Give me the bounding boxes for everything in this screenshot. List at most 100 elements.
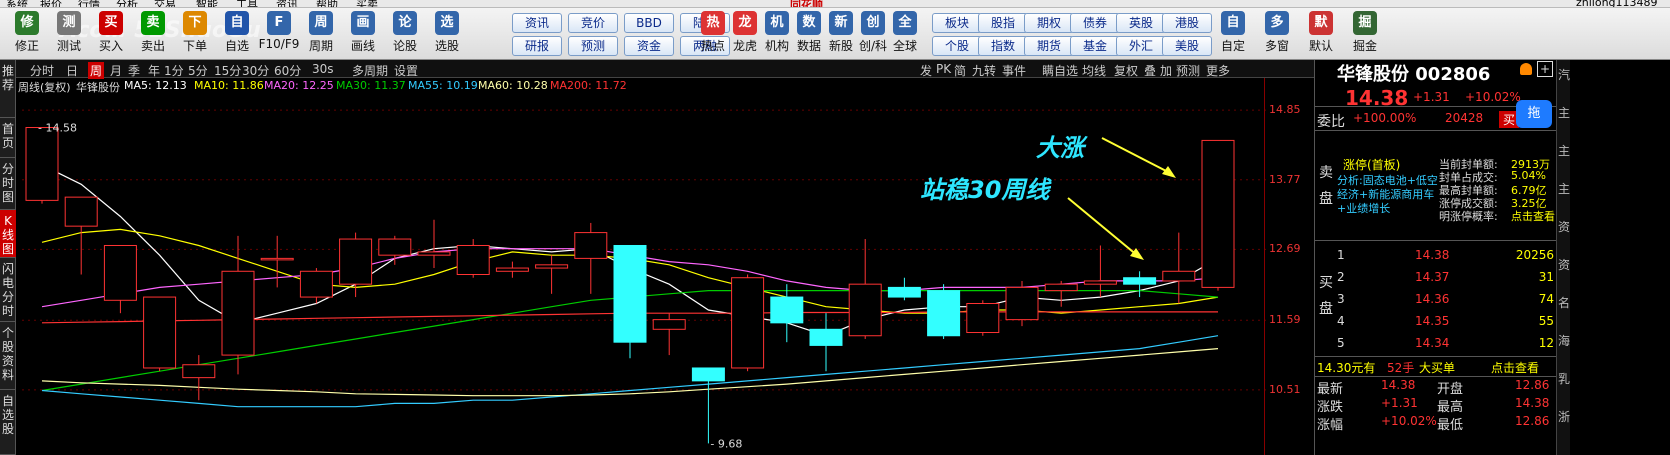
recycle-icon: 测: [57, 11, 81, 35]
bell-icon[interactable]: [1520, 63, 1532, 75]
pill-预测[interactable]: 预测: [568, 36, 618, 56]
menu-4[interactable]: 交易: [154, 0, 176, 7]
custom-button[interactable]: 自自定: [1208, 11, 1258, 59]
pill-外汇[interactable]: 外汇: [1116, 36, 1166, 56]
bid-level: 3: [1337, 292, 1345, 306]
bid-level: 5: [1337, 336, 1345, 350]
candle-body: [182, 364, 216, 379]
tool-4[interactable]: 事件: [1002, 62, 1026, 79]
weicha-value: 20428: [1445, 111, 1484, 125]
menu-6[interactable]: 工具: [236, 0, 258, 7]
tool-9[interactable]: 加: [1160, 62, 1172, 79]
pill-资讯[interactable]: 资讯: [512, 13, 562, 33]
candle-body: [927, 290, 961, 337]
bid-level: 2: [1337, 270, 1345, 284]
period-tab-1[interactable]: 日: [66, 62, 78, 79]
far-right-char: 主: [1558, 144, 1571, 158]
left-tab-6[interactable]: 自选股: [0, 390, 16, 455]
period-tab-0[interactable]: 分时: [30, 62, 54, 79]
menu-9[interactable]: 买卖: [356, 0, 378, 7]
period-tab-10[interactable]: 60分: [274, 62, 301, 79]
tool-3[interactable]: 九转: [972, 62, 996, 79]
stat-key2: 最高: [1437, 400, 1464, 415]
bid-price: 14.34: [1415, 336, 1450, 350]
tool-2[interactable]: 简: [954, 62, 966, 79]
period-tab-5[interactable]: 年: [148, 62, 160, 79]
far-right-char: 主: [1558, 106, 1571, 120]
menu-8[interactable]: 帮助: [316, 0, 338, 7]
globe-button[interactable]: 全全球: [880, 11, 930, 59]
period-tab-9[interactable]: 30分: [242, 62, 269, 79]
period-tab-11[interactable]: 30s: [312, 62, 334, 76]
left-tab-1[interactable]: 首页: [0, 118, 16, 158]
ma-legend-item: MA30: 11.37: [336, 79, 406, 92]
period-tab-3[interactable]: 月: [110, 62, 122, 79]
candle-body: [143, 296, 177, 369]
pill-期货[interactable]: 期货: [1024, 36, 1074, 56]
left-tab-2[interactable]: 分时图: [0, 158, 16, 210]
pill-板块[interactable]: 板块: [932, 13, 982, 33]
candle-body: [299, 270, 333, 298]
period-tab-8[interactable]: 15分: [214, 62, 241, 79]
tool-1[interactable]: PK: [936, 62, 951, 76]
pill-BBD[interactable]: BBD: [624, 13, 674, 33]
period-tab-2[interactable]: 周: [88, 62, 105, 79]
tool-5[interactable]: 瞒自选: [1042, 62, 1078, 79]
left-tab-4[interactable]: 闪电分时: [0, 258, 16, 322]
tool-10[interactable]: 预测: [1176, 62, 1200, 79]
left-tab-5[interactable]: 个股资料: [0, 322, 16, 390]
gold-button[interactable]: 掘掘金: [1340, 11, 1390, 59]
period-tab-4[interactable]: 季: [128, 62, 140, 79]
period-bar: 分时日周月季年 1分 5分 15分 30分 60分 30s 多周期 设置 发 PK 简九转 事件 瞒自选均…: [16, 60, 1314, 79]
menu-user[interactable]: zhilong113489: [1576, 0, 1658, 7]
pill-期权[interactable]: 期权: [1024, 13, 1074, 33]
menu-2[interactable]: 行情: [78, 0, 100, 7]
button-label: 选股: [434, 39, 459, 53]
period-tab-12[interactable]: 多周期: [352, 62, 388, 79]
pill-港股[interactable]: 港股: [1162, 13, 1212, 33]
pill-资金[interactable]: 资金: [624, 36, 674, 56]
left-tab-3[interactable]: K线图: [0, 210, 16, 258]
pill-美股[interactable]: 美股: [1162, 36, 1212, 56]
pill-债券[interactable]: 债券: [1070, 13, 1120, 33]
pill-个股[interactable]: 个股: [932, 36, 982, 56]
period-tab-13[interactable]: 设置: [394, 62, 418, 79]
pill-英股[interactable]: 英股: [1116, 13, 1166, 33]
tool-0[interactable]: 发: [920, 62, 932, 79]
tool-7[interactable]: 复权: [1114, 62, 1138, 79]
tool-6[interactable]: 均线: [1082, 62, 1106, 79]
pill-指数[interactable]: 指数: [978, 36, 1028, 56]
big-order-link[interactable]: 点击查看: [1491, 359, 1539, 376]
home-button[interactable]: 默默认: [1296, 11, 1346, 59]
period-tab-6[interactable]: 1分: [164, 62, 184, 79]
pill-竞价[interactable]: 竞价: [568, 13, 618, 33]
tool-11[interactable]: 更多: [1206, 62, 1230, 79]
limit-stat-val[interactable]: 点击查看: [1511, 208, 1555, 224]
bid-level: 1: [1337, 248, 1345, 262]
price-change: +1.31: [1413, 90, 1450, 104]
candle-body: [1201, 139, 1235, 288]
tool-8[interactable]: 叠: [1144, 62, 1156, 79]
menu-7[interactable]: 资讯: [276, 0, 298, 7]
windows-button[interactable]: 多多窗: [1252, 11, 1302, 59]
drag-float-button[interactable]: 拖: [1516, 100, 1552, 128]
candle-body: [25, 127, 59, 201]
stat-val2: 12.86: [1515, 378, 1550, 392]
period-tab-7[interactable]: 5分: [188, 62, 208, 79]
menu-0[interactable]: 系统: [6, 0, 28, 7]
ma-legend-item: MA55: 10.19: [408, 79, 478, 92]
menu-3[interactable]: 分析: [116, 0, 138, 7]
candle-body: [770, 296, 804, 324]
menu-1[interactable]: 报价: [40, 0, 62, 7]
custom-icon: 自: [1221, 11, 1245, 35]
pill-研报[interactable]: 研报: [512, 36, 562, 56]
pill-基金[interactable]: 基金: [1070, 36, 1120, 56]
stat-key2: 开盘: [1437, 382, 1464, 397]
menu-5[interactable]: 智能: [196, 0, 218, 7]
pill-股指[interactable]: 股指: [978, 13, 1028, 33]
big-order-tag: 大买单: [1419, 361, 1456, 375]
add-icon[interactable]: +: [1537, 61, 1553, 77]
candle-body: [456, 244, 490, 276]
left-tab-0[interactable]: 推荐: [0, 60, 16, 118]
select-button[interactable]: 选选股: [422, 11, 472, 59]
